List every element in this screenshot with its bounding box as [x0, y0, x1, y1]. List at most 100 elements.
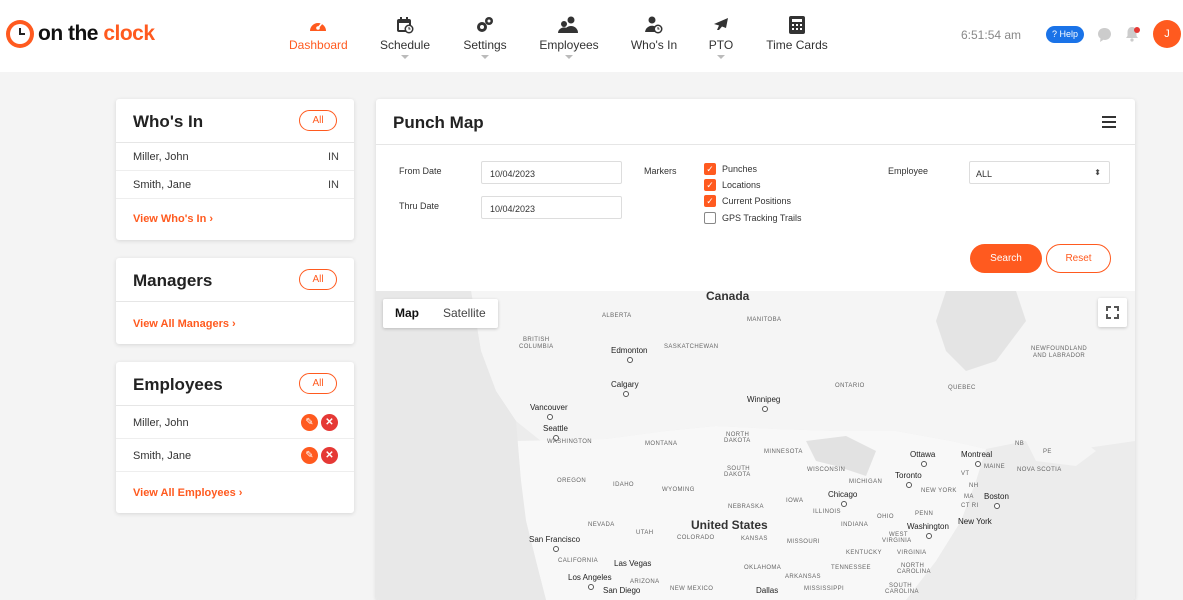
checkbox-checked[interactable]: ✓	[704, 179, 716, 191]
satellite-tab[interactable]: Satellite	[431, 299, 498, 328]
row-status: IN	[328, 151, 339, 163]
whos-in-card: Who's In All Miller, John IN Smith, Jane…	[116, 99, 354, 240]
row-actions: ✎ ✕	[301, 414, 338, 431]
pencil-icon[interactable]: ✎	[301, 447, 318, 464]
table-row[interactable]: Smith, Jane IN	[116, 171, 354, 199]
map-label: MONTANA	[645, 441, 678, 447]
hamburger-menu-icon[interactable]	[1102, 116, 1116, 131]
nav-settings[interactable]: Settings	[461, 14, 509, 59]
notification-dot	[1134, 27, 1140, 33]
delete-x-icon[interactable]: ✕	[321, 414, 338, 431]
map-label: New York	[958, 517, 992, 526]
nav-dashboard-label: Dashboard	[289, 38, 348, 52]
map-label: NEW MEXICO	[670, 586, 714, 592]
nav-pto[interactable]: PTO	[706, 14, 736, 59]
map-label: Los Angeles	[568, 573, 612, 590]
marker-gps-trails[interactable]: GPS Tracking Trails	[704, 212, 802, 224]
airplane-icon	[706, 14, 736, 36]
help-button[interactable]: ? Help	[1046, 26, 1084, 43]
current-time: 6:51:54 am	[961, 28, 1022, 42]
map-view[interactable]: Map Satellite Canada ALBERTA MANITOBA BR…	[376, 291, 1135, 600]
map-label: ALBERTA	[602, 313, 632, 319]
thru-date-label: Thru Date	[399, 201, 440, 211]
chevron-down-icon	[565, 55, 573, 59]
view-whos-in-link[interactable]: View Who's In ›	[133, 213, 213, 225]
map-label: Dallas	[756, 586, 779, 595]
map-label: QUEBEC	[948, 385, 976, 391]
row-status: IN	[328, 179, 339, 191]
map-label: NEBRASKA	[728, 504, 764, 510]
employees-all-button[interactable]: All	[299, 373, 337, 394]
marker-locations[interactable]: ✓ Locations	[704, 179, 761, 191]
thru-date-input[interactable]: 10/04/2023	[481, 196, 622, 219]
checkbox-checked[interactable]: ✓	[704, 195, 716, 207]
map-label: DAKOTA	[724, 438, 751, 444]
marker-locations-label: Locations	[722, 180, 761, 190]
row-name: Miller, John	[133, 417, 189, 429]
table-row[interactable]: Miller, John IN	[116, 143, 354, 171]
map-label: CAROLINA	[897, 569, 931, 575]
delete-x-icon[interactable]: ✕	[321, 447, 338, 464]
map-label: ARIZONA	[630, 579, 660, 585]
map-label: Winnipeg	[747, 395, 781, 412]
chevron-down-icon	[481, 55, 489, 59]
punch-map-card: Punch Map From Date 10/04/2023 Thru Date…	[376, 99, 1135, 600]
marker-current-positions[interactable]: ✓ Current Positions	[704, 195, 791, 207]
marker-punches[interactable]: ✓ Punches	[704, 163, 757, 175]
checkbox-checked[interactable]: ✓	[704, 163, 716, 175]
chat-icon[interactable]	[1097, 27, 1112, 48]
map-label: MISSISSIPPI	[804, 586, 845, 592]
map-label: TENNESSEE	[831, 565, 871, 571]
checkbox-unchecked[interactable]	[704, 212, 716, 224]
managers-all-button[interactable]: All	[299, 269, 337, 290]
select-arrows-icon: ⬍	[1094, 168, 1101, 177]
list-item: Smith, Jane ✎ ✕	[116, 439, 354, 472]
view-all-employees-link[interactable]: View All Employees ›	[133, 487, 242, 499]
map-label: NEWFOUNDLAND	[1031, 346, 1088, 352]
map-label: Boston	[984, 492, 1009, 509]
map-label: PE	[1043, 449, 1052, 455]
top-bar: on the clock Dashboard Schedule Settings	[0, 0, 1183, 72]
nav-dashboard[interactable]: Dashboard	[289, 14, 348, 52]
pencil-icon[interactable]: ✎	[301, 414, 318, 431]
person-clock-icon	[629, 14, 679, 36]
from-date-input[interactable]: 10/04/2023	[481, 161, 622, 184]
whos-in-title: Who's In	[133, 112, 204, 131]
fullscreen-icon[interactable]	[1098, 298, 1127, 327]
map-label: Toronto	[895, 471, 922, 488]
map-label: San Diego	[603, 586, 641, 595]
map-label: CT RI	[961, 503, 979, 509]
from-date-label: From Date	[399, 166, 442, 176]
reset-button[interactable]: Reset	[1046, 244, 1111, 273]
map-label: COLORADO	[677, 535, 715, 541]
map-label: BRITISH	[523, 337, 550, 343]
nav-employees[interactable]: Employees	[538, 14, 600, 59]
map-tab[interactable]: Map	[383, 299, 431, 328]
map-label: ILLINOIS	[813, 509, 841, 515]
map-label: NB	[1015, 441, 1025, 447]
nav-whos-in[interactable]: Who's In	[629, 14, 679, 52]
map-label: Edmonton	[611, 346, 648, 363]
row-name: Smith, Jane	[133, 179, 192, 191]
chevron-down-icon	[717, 55, 725, 59]
map-label: WISCONSIN	[807, 467, 846, 473]
whos-in-header: Who's In All	[116, 99, 354, 143]
markers-label: Markers	[644, 166, 677, 176]
employees-header: Employees All	[116, 362, 354, 406]
nav-time-cards[interactable]: Time Cards	[765, 14, 829, 52]
map-label: SASKATCHEWAN	[664, 344, 719, 350]
view-all-managers-link[interactable]: View All Managers ›	[133, 318, 236, 330]
row-name: Smith, Jane	[133, 450, 192, 462]
map-label: NOVA SCOTIA	[1017, 467, 1062, 473]
nav-pto-label: PTO	[708, 38, 734, 52]
avatar[interactable]: J	[1153, 20, 1181, 48]
search-button[interactable]: Search	[970, 244, 1042, 273]
map-label: Seattle	[543, 424, 568, 441]
map-label: AND LABRADOR	[1033, 353, 1086, 359]
nav-settings-label: Settings	[463, 38, 507, 52]
employee-select[interactable]: ALL ⬍	[969, 161, 1110, 184]
map-label: ARKANSAS	[785, 574, 821, 580]
nav-schedule[interactable]: Schedule	[378, 14, 432, 59]
list-item: Miller, John ✎ ✕	[116, 406, 354, 439]
whos-in-all-button[interactable]: All	[299, 110, 337, 131]
